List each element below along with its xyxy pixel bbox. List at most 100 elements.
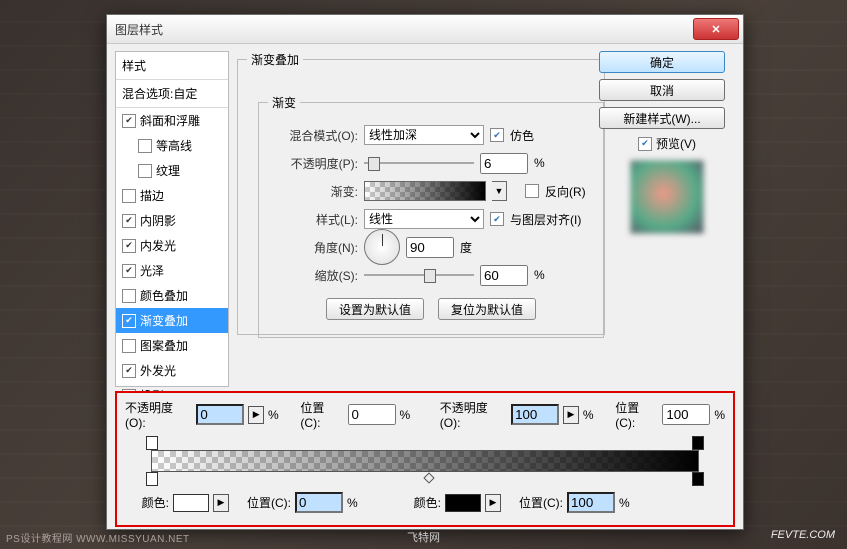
style-checkbox[interactable]: [122, 339, 136, 353]
styles-list: 样式 混合选项:自定 ✔斜面和浮雕等高线纹理描边✔内阴影✔内发光✔光泽颜色叠加✔…: [115, 51, 229, 387]
location1-input[interactable]: [348, 404, 396, 425]
dither-checkbox[interactable]: ✔: [490, 128, 504, 142]
style-item-label: 内发光: [140, 237, 176, 254]
style-item-7[interactable]: 颜色叠加: [116, 283, 228, 308]
preview-label: 预览(V): [656, 135, 696, 152]
dialog-buttons: 确定 取消 新建样式(W)... ✔ 预览(V): [599, 51, 735, 234]
angle-dial[interactable]: [364, 229, 400, 265]
style-checkbox[interactable]: [122, 289, 136, 303]
style-item-9[interactable]: 图案叠加: [116, 333, 228, 358]
color2-picker[interactable]: ▶: [485, 494, 501, 512]
cancel-button[interactable]: 取消: [599, 79, 725, 101]
preview-checkbox[interactable]: ✔: [638, 137, 652, 151]
color1-label: 颜色:: [125, 494, 169, 511]
angle-input[interactable]: [406, 237, 454, 258]
style-item-4[interactable]: ✔ 内阴影: [116, 208, 228, 233]
reverse-checkbox[interactable]: [525, 184, 539, 198]
gradient-overlay-group: 渐变叠加 渐变 混合模式(O): 线性加深 ✔ 仿色 不透明度(P): % 渐变…: [237, 51, 605, 335]
clocation2-input[interactable]: [567, 492, 615, 513]
style-checkbox[interactable]: ✔: [122, 214, 136, 228]
dialog-title: 图层样式: [115, 21, 163, 38]
opacity1-label: 不透明度(O):: [125, 399, 192, 430]
opacity-stop-right[interactable]: [692, 436, 704, 450]
style-item-6[interactable]: ✔ 光泽: [116, 258, 228, 283]
styles-header[interactable]: 样式: [116, 52, 228, 80]
watermark-left: PS设计教程网 WWW.MISSYUAN.NET: [6, 530, 190, 545]
group-title: 渐变叠加: [247, 51, 303, 68]
gradient-ramp[interactable]: [151, 436, 699, 486]
style-item-label: 渐变叠加: [140, 312, 188, 329]
reverse-label: 反向(R): [545, 183, 586, 200]
location2-label: 位置(C):: [615, 399, 658, 430]
style-item-5[interactable]: ✔ 内发光: [116, 233, 228, 258]
opacity1-stepper[interactable]: ▶: [248, 406, 264, 424]
color1-swatch[interactable]: [173, 494, 209, 512]
close-icon: ✕: [711, 23, 720, 36]
color1-picker[interactable]: ▶: [213, 494, 229, 512]
blend-options-row[interactable]: 混合选项:自定: [116, 80, 228, 108]
titlebar[interactable]: 图层样式 ✕: [107, 15, 743, 44]
gradient-label: 渐变:: [276, 183, 358, 200]
opacity-stop-left[interactable]: [146, 436, 158, 450]
close-button[interactable]: ✕: [693, 18, 739, 40]
gradient-strip[interactable]: [151, 450, 699, 472]
subgroup-title: 渐变: [268, 94, 300, 111]
style-checkbox[interactable]: ✔: [122, 239, 136, 253]
style-item-0[interactable]: ✔斜面和浮雕: [116, 108, 228, 133]
style-item-1[interactable]: 等高线: [116, 133, 228, 158]
style-label: 样式(L):: [276, 211, 358, 228]
style-item-8[interactable]: ✔ 渐变叠加: [116, 308, 228, 333]
align-label: 与图层对齐(I): [510, 211, 581, 228]
gradient-editor-highlight: 不透明度(O): ▶ % 位置(C): % 不透明度(O): ▶ % 位置(C)…: [115, 391, 735, 527]
degree-label: 度: [460, 239, 472, 256]
style-item-label: 等高线: [156, 137, 192, 154]
style-checkbox[interactable]: ✔: [122, 114, 136, 128]
opacity2-label: 不透明度(O):: [440, 399, 507, 430]
style-item-2[interactable]: 纹理: [116, 158, 228, 183]
new-style-button[interactable]: 新建样式(W)...: [599, 107, 725, 129]
angle-label: 角度(N):: [276, 239, 358, 256]
midpoint-handle[interactable]: [423, 472, 434, 483]
style-select[interactable]: 线性: [364, 209, 484, 229]
scale-input[interactable]: [480, 265, 528, 286]
opacity-slider[interactable]: [364, 156, 474, 170]
style-item-label: 光泽: [140, 262, 164, 279]
style-checkbox[interactable]: ✔: [122, 364, 136, 378]
opacity-input[interactable]: [480, 153, 528, 174]
gradient-subgroup: 渐变 混合模式(O): 线性加深 ✔ 仿色 不透明度(P): % 渐变: ▼ 反…: [258, 94, 604, 338]
ok-button[interactable]: 确定: [599, 51, 725, 73]
gradient-dropdown[interactable]: ▼: [492, 181, 507, 201]
blendmode-label: 混合模式(O):: [276, 127, 358, 144]
color2-swatch[interactable]: [445, 494, 481, 512]
style-checkbox[interactable]: ✔: [122, 314, 136, 328]
preview-thumbnail: [630, 160, 704, 234]
style-checkbox[interactable]: ✔: [122, 264, 136, 278]
clocation2-label: 位置(C):: [519, 494, 563, 511]
clocation1-input[interactable]: [295, 492, 343, 513]
layer-style-dialog: 图层样式 ✕ 样式 混合选项:自定 ✔斜面和浮雕等高线纹理描边✔内阴影✔内发光✔…: [106, 14, 744, 530]
watermark-right: FEVTE.COM: [771, 529, 835, 541]
style-checkbox[interactable]: [138, 164, 152, 178]
reset-default-button[interactable]: 复位为默认值: [438, 298, 536, 320]
scale-slider[interactable]: [364, 268, 474, 282]
style-item-label: 外发光: [140, 362, 176, 379]
style-checkbox[interactable]: [122, 189, 136, 203]
clocation1-label: 位置(C):: [247, 494, 291, 511]
style-item-label: 描边: [140, 187, 164, 204]
location2-input[interactable]: [662, 404, 710, 425]
style-item-label: 内阴影: [140, 212, 176, 229]
gradient-preview[interactable]: [364, 181, 486, 201]
opacity1-input[interactable]: [196, 404, 244, 425]
opacity-label: 不透明度(P):: [276, 155, 358, 172]
style-item-10[interactable]: ✔ 外发光: [116, 358, 228, 383]
blendmode-select[interactable]: 线性加深: [364, 125, 484, 145]
opacity2-input[interactable]: [511, 404, 559, 425]
make-default-button[interactable]: 设置为默认值: [326, 298, 424, 320]
color-stop-left[interactable]: [146, 472, 158, 486]
style-item-3[interactable]: 描边: [116, 183, 228, 208]
color-stop-right[interactable]: [692, 472, 704, 486]
align-checkbox[interactable]: ✔: [490, 212, 504, 226]
style-checkbox[interactable]: [138, 139, 152, 153]
caption-center: 飞特网: [407, 529, 440, 545]
opacity2-stepper[interactable]: ▶: [563, 406, 579, 424]
